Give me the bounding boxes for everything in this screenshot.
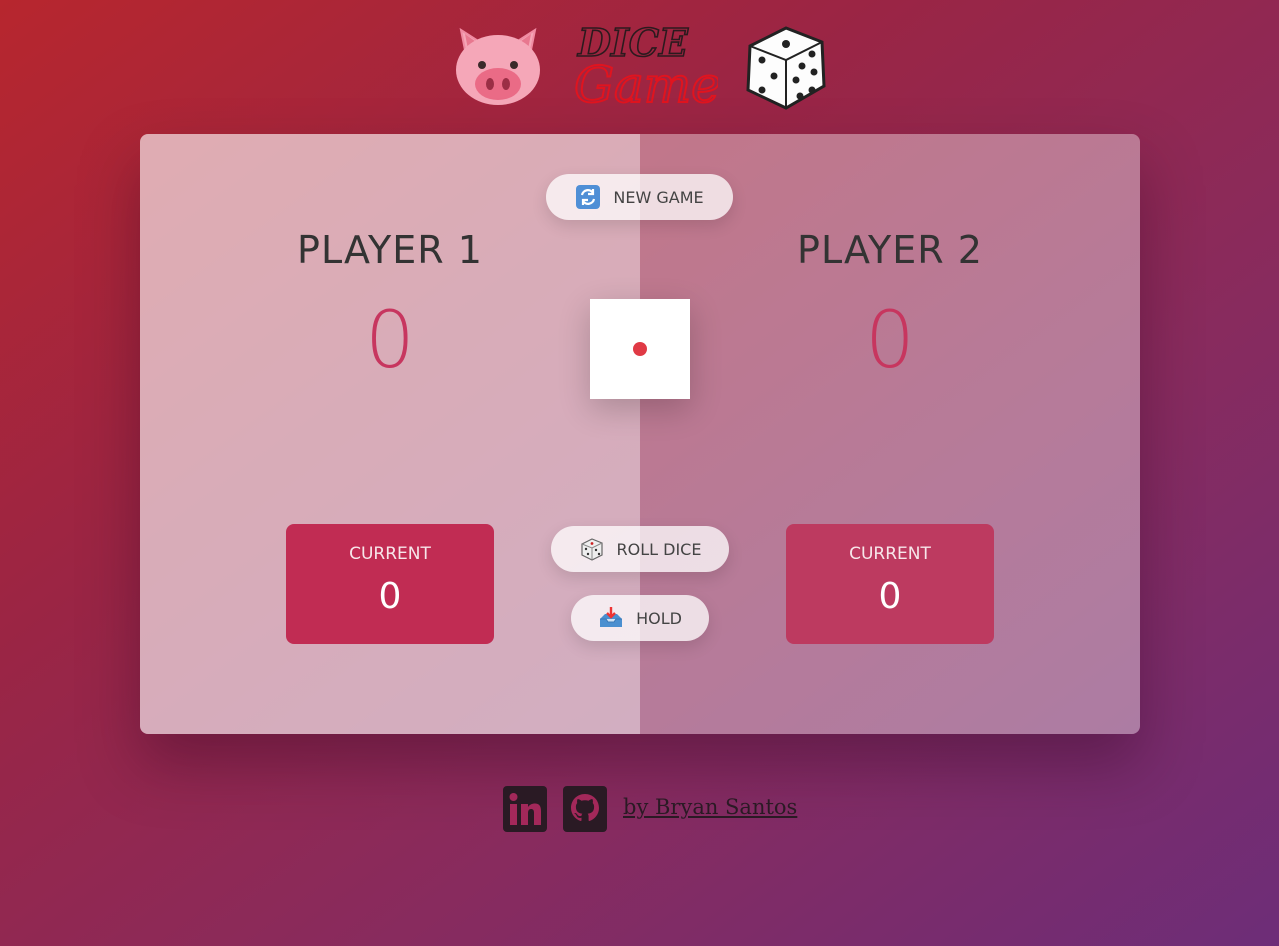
game-board: PLAYER 1 0 CURRENT 0 PLAYER 2 0 CURRENT … [140,134,1140,734]
roll-dice-button[interactable]: ROLL DICE [551,526,729,572]
player-2-current-box: CURRENT 0 [786,524,994,644]
logo-game-text: Game [574,56,718,114]
github-icon[interactable] [563,786,607,832]
player-2-current-score: 0 [878,576,902,617]
hold-button[interactable]: HOLD [571,595,709,641]
header: DICE Game [0,18,1279,118]
player-2-current-label: CURRENT [849,544,931,564]
dice-pips [633,342,647,356]
player-1-current-box: CURRENT 0 [286,524,494,644]
footer: by Bryan Santos [0,786,1279,834]
dice-icon [580,538,603,561]
hold-label: HOLD [636,608,682,628]
new-game-label: NEW GAME [613,187,704,207]
player-2-score: 0 [865,296,915,386]
player-1-panel: PLAYER 1 0 CURRENT 0 [140,134,640,734]
dice-face [590,299,690,399]
dice-logo-icon [746,26,826,110]
dice-pip [633,342,647,356]
dice-game-logo: DICE Game [573,19,718,115]
author-credit-link[interactable]: by Bryan Santos [623,795,797,819]
pig-logo-icon [456,27,540,105]
refresh-icon [576,185,601,209]
player-1-current-label: CURRENT [349,544,431,564]
player-2-panel: PLAYER 2 0 CURRENT 0 [640,134,1140,734]
linkedin-icon[interactable] [503,786,547,832]
player-1-name: PLAYER 1 [297,228,483,272]
roll-dice-label: ROLL DICE [616,539,702,559]
player-2-name: PLAYER 2 [797,228,983,272]
player-1-score: 0 [365,296,415,386]
new-game-button[interactable]: NEW GAME [546,174,733,220]
inbox-tray-icon [600,607,623,627]
player-1-current-score: 0 [378,576,402,617]
